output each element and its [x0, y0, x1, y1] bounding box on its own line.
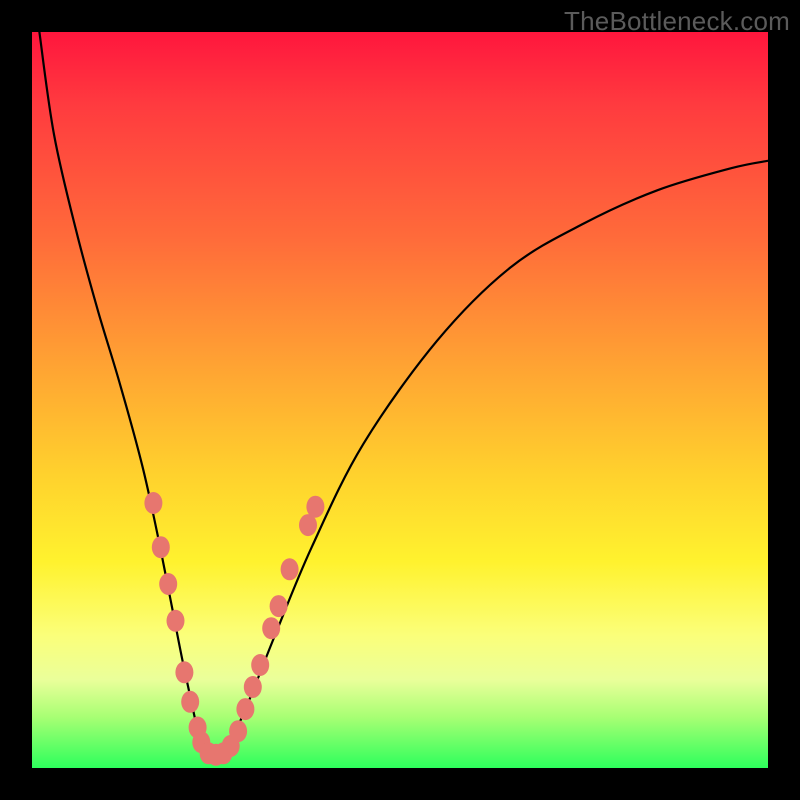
- marker-dot: [306, 496, 324, 518]
- chart-frame: TheBottleneck.com: [0, 0, 800, 800]
- marker-dot: [251, 654, 269, 676]
- marker-dot: [281, 558, 299, 580]
- marker-dot: [152, 536, 170, 558]
- marker-dot: [159, 573, 177, 595]
- marker-dot: [262, 617, 280, 639]
- bottleneck-curve: [39, 32, 768, 761]
- curve-svg: [32, 32, 768, 768]
- marker-dot: [244, 676, 262, 698]
- marker-dot: [167, 610, 185, 632]
- marker-dot: [236, 698, 254, 720]
- marker-dot: [144, 492, 162, 514]
- marker-dot: [270, 595, 288, 617]
- marker-dot: [181, 691, 199, 713]
- marker-dot: [175, 661, 193, 683]
- highlighted-points: [144, 492, 324, 766]
- marker-dot: [229, 720, 247, 742]
- plot-area: [32, 32, 768, 768]
